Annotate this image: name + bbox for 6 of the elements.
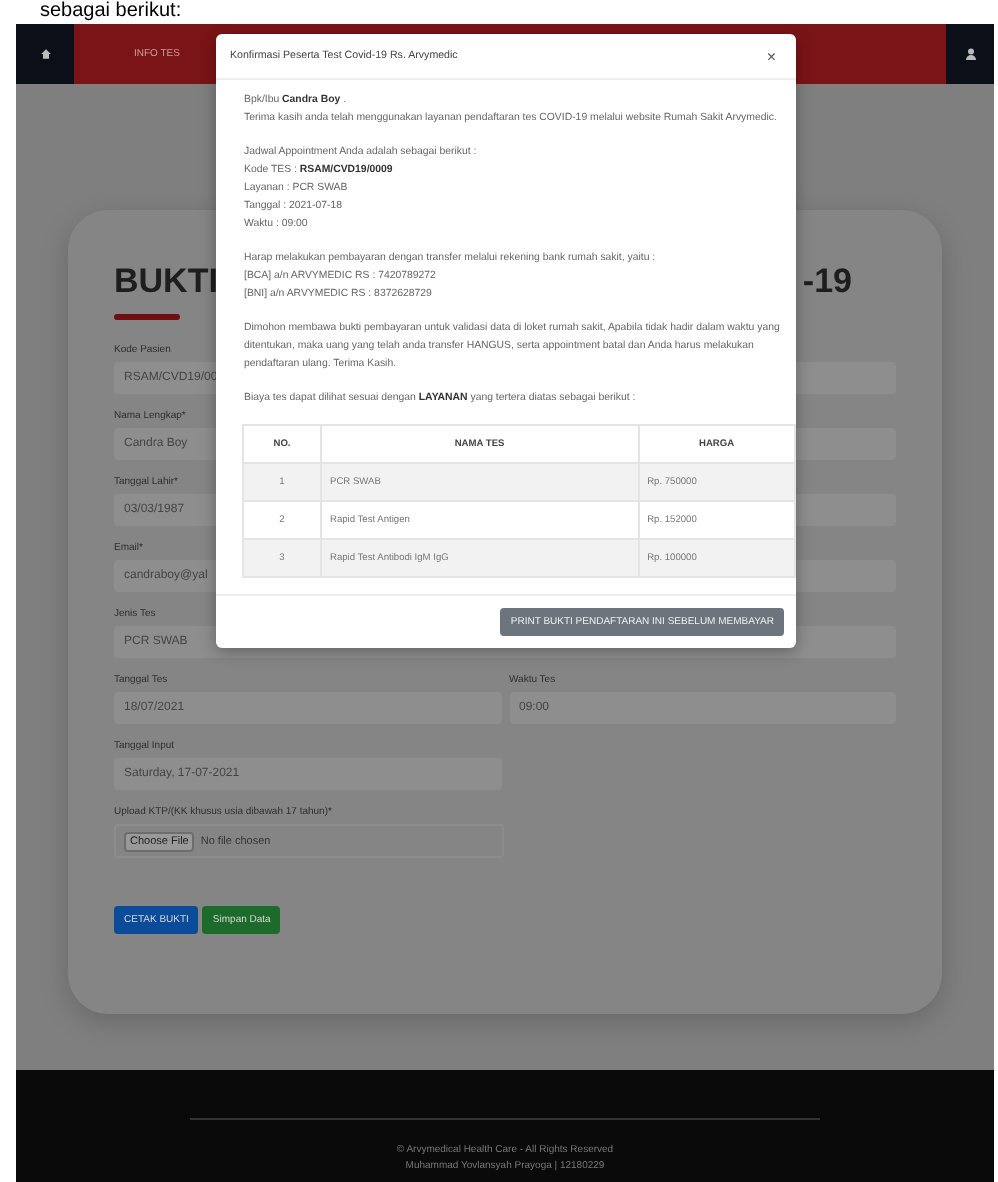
page-title: -19 bbox=[802, 262, 852, 302]
user-icon[interactable] bbox=[965, 48, 975, 60]
close-button[interactable]: × bbox=[766, 47, 776, 65]
home-icon[interactable] bbox=[39, 48, 51, 60]
document-caption: sebagai berikut: bbox=[40, 0, 184, 24]
page-title: BUKTI bbox=[114, 262, 218, 302]
